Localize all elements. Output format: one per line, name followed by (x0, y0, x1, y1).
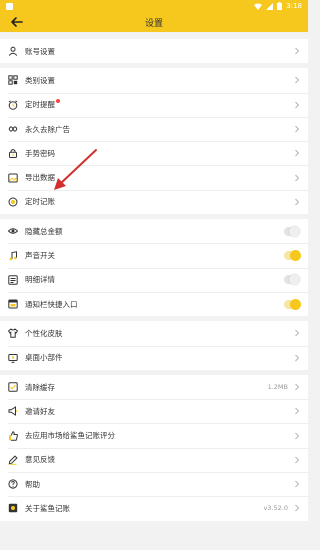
settings-item-label: 去应用市场给鲨鱼记账评分 (25, 431, 115, 441)
settings-item-value: 1.2MB (267, 383, 288, 391)
widget-icon (8, 353, 18, 363)
chevron-right-icon (295, 149, 300, 157)
settings-group: 隐藏总金额声音开关明细详情通知栏快捷入口 (0, 219, 308, 317)
toggle-switch[interactable] (284, 250, 301, 262)
chevron-right-icon (295, 101, 300, 109)
chevron-right-icon (295, 505, 300, 512)
grid-icon (8, 75, 18, 86)
back-arrow-icon[interactable] (10, 15, 24, 29)
page-title: 设置 (144, 18, 163, 29)
settings-item-label: 定时提醒 (25, 99, 294, 110)
list-icon (8, 275, 18, 285)
chevron-right-icon (295, 47, 300, 55)
settings-item-broom[interactable]: 清除缓存 1.2MB (0, 375, 308, 399)
pencil-icon (8, 455, 18, 465)
settings-item-label: 明细详情 (25, 275, 55, 285)
settings-group: 清除缓存 1.2MB 邀请好友去应用市场给鲨鱼记账评分 意见反馈帮助关于鲨鱼记账 v3.… (0, 374, 308, 521)
settings-item-label: 帮助 (25, 479, 40, 489)
settings-item-label: 账号设置 (25, 46, 55, 56)
settings-item-label: 清除缓存 (25, 382, 55, 392)
toggle-knob (290, 250, 301, 262)
info-icon (8, 504, 18, 513)
chevron-right-icon (295, 77, 300, 84)
toggle-switch[interactable] (284, 274, 300, 286)
broom-icon (8, 382, 18, 392)
settings-item-grid[interactable]: 类别设置 (0, 68, 308, 92)
red-dot-badge (56, 99, 60, 104)
person-icon (8, 46, 18, 56)
chevron-right-icon (295, 456, 300, 464)
settings-group: 类别设置定时提醒永久去除广告 手势密码导出数据定时记账 (0, 68, 308, 215)
app-bar: 设置 (0, 12, 308, 32)
toggle-knob (289, 225, 300, 237)
settings-item-label: 定时记账 (25, 197, 55, 207)
settings-item-label: 类别设置 (25, 75, 55, 85)
settings-item-thumbs-up[interactable]: 去应用市场给鲨鱼记账评分 (0, 423, 308, 447)
settings-item-timer[interactable]: 定时记账 (0, 189, 308, 214)
settings-item-music[interactable]: 声音开关 (0, 243, 308, 267)
megaphone-icon (8, 406, 18, 417)
chevron-right-icon (295, 125, 300, 133)
settings-item-infinity[interactable]: 永久去除广告 (0, 116, 308, 141)
settings-item-list[interactable]: 明细详情 (0, 267, 308, 292)
settings-item-help[interactable]: 帮助 (0, 472, 308, 496)
toggle-knob (289, 274, 300, 286)
settings-group: 个性化皮肤桌面小部件 (0, 321, 308, 370)
settings-item-tshirt[interactable]: 个性化皮肤 (0, 321, 308, 345)
notification-icon (8, 299, 18, 309)
status-time: 3:18 (286, 2, 302, 10)
infinity-icon (8, 126, 18, 132)
chevron-right-icon (295, 407, 300, 415)
settings-item-label: 声音开关 (25, 251, 55, 261)
settings-item-label: 桌面小部件 (25, 353, 63, 363)
settings-item-label: 邀请好友 (25, 406, 55, 416)
settings-item-lock[interactable]: 手势密码 (0, 141, 308, 165)
help-icon (8, 479, 18, 489)
alarm-icon (8, 100, 18, 110)
toggle-switch[interactable] (284, 298, 301, 310)
settings-item-info[interactable]: 关于鲨鱼记账 v3.52.0 (0, 496, 308, 520)
chevron-right-icon (295, 198, 300, 206)
settings-item-notification[interactable]: 通知栏快捷入口 (0, 291, 308, 316)
image-icon (8, 173, 18, 183)
system-nav-bar (0, 530, 308, 550)
chevron-right-icon (295, 174, 300, 181)
lock-icon (9, 149, 17, 159)
settings-item-pencil[interactable]: 意见反馈 (0, 447, 308, 472)
settings-item-person[interactable]: 账号设置 (0, 39, 308, 63)
settings-item-label: 手势密码 (25, 148, 55, 158)
music-icon (9, 250, 17, 260)
settings-item-label: 导出数据 (25, 173, 55, 183)
wifi-icon (254, 3, 263, 10)
settings-item-label: 个性化皮肤 (25, 328, 63, 338)
toggle-switch[interactable] (284, 225, 300, 237)
timer-icon (8, 197, 18, 207)
chevron-right-icon (295, 383, 300, 391)
chevron-right-icon (295, 432, 300, 439)
status-bar: 3:18 (0, 0, 308, 12)
settings-item-label: 永久去除广告 (25, 124, 70, 134)
tshirt-icon (8, 328, 18, 339)
chevron-right-icon (295, 480, 300, 488)
settings-list: 账号设置类别设置定时提醒永久去除广告 手势密码导出数据定时记账隐藏总金额声音开关明… (0, 39, 308, 521)
eye-icon (8, 228, 18, 234)
settings-group: 账号设置 (0, 39, 308, 64)
chevron-right-icon (295, 330, 300, 337)
settings-item-eye[interactable]: 隐藏总金额 (0, 219, 308, 243)
settings-item-label: 关于鲨鱼记账 (25, 503, 70, 513)
settings-item-value: v3.52.0 (263, 504, 288, 513)
settings-item-label: 通知栏快捷入口 (25, 299, 78, 309)
settings-item-image[interactable]: 导出数据 (0, 165, 308, 189)
settings-item-megaphone[interactable]: 邀请好友 (0, 399, 308, 423)
settings-item-widget[interactable]: 桌面小部件 (0, 345, 308, 370)
settings-item-label: 意见反馈 (25, 455, 55, 465)
toggle-knob (290, 298, 301, 310)
signal-icon (266, 2, 274, 10)
settings-item-label: 隐藏总金额 (25, 226, 63, 236)
thumbs-up-icon (9, 430, 18, 441)
settings-item-alarm[interactable]: 定时提醒 (0, 92, 308, 117)
battery-icon (277, 2, 283, 10)
chevron-right-icon (295, 354, 300, 362)
notification-square-icon (6, 2, 13, 10)
